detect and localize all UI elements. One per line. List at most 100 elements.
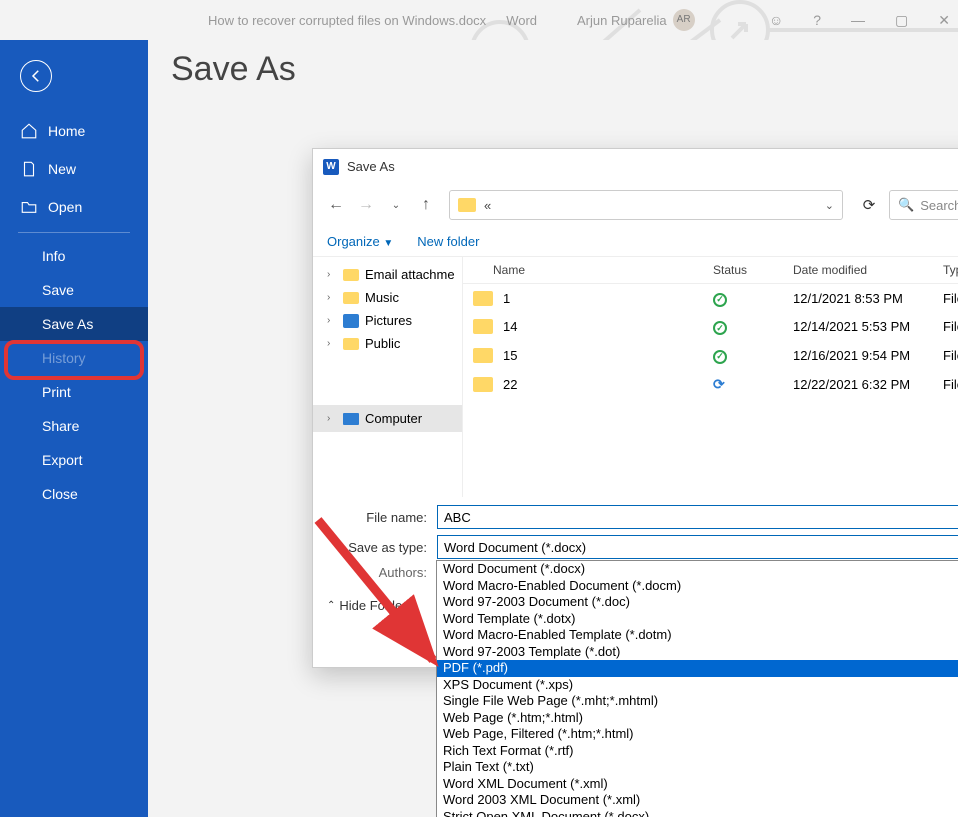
table-row[interactable]: 1✓12/1/2021 8:53 PMFile folder: [463, 284, 958, 313]
saveastype-option[interactable]: Word 97-2003 Document (*.doc): [437, 594, 958, 611]
sidebar-close[interactable]: Close: [0, 477, 148, 511]
row-name: 1: [503, 291, 713, 306]
table-row[interactable]: 15✓12/16/2021 9:54 PMFile folder: [463, 341, 958, 370]
tree-computer[interactable]: ›Computer: [313, 405, 462, 432]
nav-forward-button[interactable]: →: [353, 191, 379, 219]
open-icon: [20, 198, 38, 216]
saveastype-option[interactable]: Word Document (*.docx): [437, 561, 958, 578]
avatar[interactable]: AR: [673, 9, 695, 31]
nav-back-button[interactable]: ←: [323, 191, 349, 219]
saveastype-option[interactable]: Word 2003 XML Document (*.xml): [437, 792, 958, 809]
row-type: File folder: [943, 319, 958, 334]
file-list-header[interactable]: Name Status Date modified Type S: [463, 257, 958, 284]
search-box[interactable]: 🔍 Search December: [889, 190, 958, 220]
sidebar-saveas[interactable]: Save As: [0, 307, 148, 341]
sidebar-export[interactable]: Export: [0, 443, 148, 477]
search-placeholder: Search December: [920, 198, 958, 213]
sidebar-share[interactable]: Share: [0, 409, 148, 443]
saveastype-option[interactable]: Strict Open XML Document (*.docx): [437, 809, 958, 817]
saveastype-option[interactable]: Word XML Document (*.xml): [437, 776, 958, 793]
status-synced-icon: ✓: [713, 293, 727, 307]
folder-icon: [473, 319, 493, 334]
back-button[interactable]: [20, 60, 52, 92]
sidebar-print[interactable]: Print: [0, 375, 148, 409]
word-icon: W: [323, 159, 339, 175]
sidebar-home-label: Home: [48, 123, 85, 139]
folder-icon: [343, 292, 359, 304]
nav-up-button[interactable]: ↑: [413, 191, 439, 219]
saveastype-label: Save as type:: [327, 540, 437, 555]
status-synced-icon: ✓: [713, 321, 727, 335]
minimize-button[interactable]: —: [851, 12, 865, 29]
sidebar-open-label: Open: [48, 199, 82, 215]
saveastype-option[interactable]: Web Page (*.htm;*.html): [437, 710, 958, 727]
col-status[interactable]: Status: [713, 263, 793, 277]
saveastype-option[interactable]: Web Page, Filtered (*.htm;*.html): [437, 726, 958, 743]
saveastype-option[interactable]: PDF (*.pdf): [437, 660, 958, 677]
breadcrumb-prefix: «: [484, 198, 491, 213]
sidebar-history: History: [0, 341, 148, 375]
organize-button[interactable]: Organize ▼: [327, 234, 393, 249]
new-folder-button[interactable]: New folder: [417, 234, 479, 249]
chevron-down-icon: ▼: [383, 238, 393, 249]
saveastype-options[interactable]: Word Document (*.docx)Word Macro-Enabled…: [436, 560, 958, 817]
folder-tree: ›Email attachme ›Music ›Pictures ›Public…: [313, 257, 463, 497]
col-date[interactable]: Date modified: [793, 263, 943, 277]
doc-name: How to recover corrupted files on Window…: [208, 13, 486, 28]
sidebar-info[interactable]: Info: [0, 239, 148, 273]
folder-icon: [473, 377, 493, 392]
row-date: 12/16/2021 9:54 PM: [793, 348, 943, 363]
smiley-icon[interactable]: ☺: [769, 12, 783, 29]
sidebar-open[interactable]: Open: [0, 188, 148, 226]
saveastype-option[interactable]: Word Template (*.dotx): [437, 611, 958, 628]
backstage-sidebar: Home New Open Info Save Save As History …: [0, 40, 148, 817]
address-bar[interactable]: « ⌄: [449, 190, 843, 220]
saveastype-option[interactable]: Rich Text Format (*.rtf): [437, 743, 958, 760]
folder-icon: [473, 348, 493, 363]
row-name: 14: [503, 319, 713, 334]
nav-history-dropdown[interactable]: ⌄: [383, 191, 409, 219]
chevron-down-icon[interactable]: ⌄: [825, 199, 834, 212]
computer-icon: [343, 413, 359, 425]
file-list: Name Status Date modified Type S 1✓12/1/…: [463, 257, 958, 497]
tree-music[interactable]: ›Music: [313, 286, 462, 309]
saveastype-option[interactable]: Plain Text (*.txt): [437, 759, 958, 776]
row-name: 22: [503, 377, 713, 392]
filename-input[interactable]: [437, 505, 958, 529]
sidebar-save[interactable]: Save: [0, 273, 148, 307]
authors-label: Authors:: [327, 565, 437, 580]
search-icon: 🔍: [898, 197, 914, 213]
refresh-button[interactable]: ⟳: [853, 190, 885, 220]
row-type: File folder: [943, 291, 958, 306]
sidebar-home[interactable]: Home: [0, 112, 148, 150]
user-name: Arjun Ruparelia: [577, 13, 667, 28]
col-type[interactable]: Type: [943, 263, 958, 277]
folder-icon: [473, 291, 493, 306]
tree-public[interactable]: ›Public: [313, 332, 462, 355]
window-titlebar: How to recover corrupted files on Window…: [0, 0, 958, 40]
col-name[interactable]: Name: [473, 263, 713, 277]
saveastype-option[interactable]: XPS Document (*.xps): [437, 677, 958, 694]
chevron-up-icon: ⌃: [327, 600, 335, 611]
app-name: Word: [506, 13, 537, 28]
folder-icon: [343, 269, 359, 281]
saveastype-option[interactable]: Word Macro-Enabled Document (*.docm): [437, 578, 958, 595]
row-type: File folder: [943, 377, 958, 392]
status-syncing-icon: ⟳: [713, 376, 725, 392]
saveastype-dropdown[interactable]: Word Document (*.docx) ⌄: [437, 535, 958, 559]
row-date: 12/14/2021 5:53 PM: [793, 319, 943, 334]
saveastype-option[interactable]: Word Macro-Enabled Template (*.dotm): [437, 627, 958, 644]
sidebar-new[interactable]: New: [0, 150, 148, 188]
sidebar-new-label: New: [48, 161, 76, 177]
row-date: 12/22/2021 6:32 PM: [793, 377, 943, 392]
saveastype-option[interactable]: Single File Web Page (*.mht;*.mhtml): [437, 693, 958, 710]
tree-pictures[interactable]: ›Pictures: [313, 309, 462, 332]
page-title: Save As: [171, 50, 958, 89]
tree-email[interactable]: ›Email attachme: [313, 263, 462, 286]
help-icon[interactable]: ?: [813, 12, 821, 29]
close-window-button[interactable]: ✕: [938, 12, 950, 29]
maximize-button[interactable]: ▢: [895, 12, 908, 29]
table-row[interactable]: 22⟳ 12/22/2021 6:32 PMFile folder: [463, 370, 958, 399]
saveastype-option[interactable]: Word 97-2003 Template (*.dot): [437, 644, 958, 661]
table-row[interactable]: 14✓ 12/14/2021 5:53 PMFile folder: [463, 313, 958, 342]
